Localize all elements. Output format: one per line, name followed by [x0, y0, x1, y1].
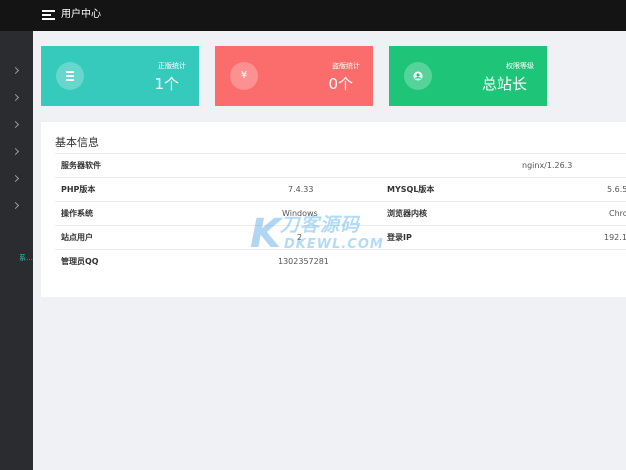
info-row: PHP版本 7.4.33 MYSQL版本 5.6.50 [55, 177, 626, 201]
info-value: 1302357281 [278, 257, 329, 266]
chevron-right-icon[interactable] [11, 174, 20, 183]
basic-info-panel: 基本信息 服务器软件 nginx/1.26.3 PHP版本 7.4.33 MYS… [41, 122, 626, 297]
menu-toggle-icon[interactable] [42, 10, 55, 20]
chevron-right-icon[interactable] [11, 147, 20, 156]
info-value: 7.4.33 [288, 185, 314, 194]
card-icon-circle [404, 62, 432, 90]
info-row: 站点用户 2 登录IP 192.16 [55, 225, 626, 249]
info-label: 登录IP [387, 233, 412, 242]
info-value: nginx/1.26.3 [522, 161, 573, 170]
info-label: MYSQL版本 [387, 185, 435, 194]
info-row: 服务器软件 nginx/1.26.3 [55, 153, 626, 177]
card-value: 1个 [154, 75, 179, 93]
chevron-right-icon[interactable] [11, 201, 20, 210]
info-value: 192.16 [604, 233, 626, 242]
chevron-right-icon[interactable] [11, 66, 20, 75]
info-value: Chro [609, 209, 626, 218]
list-icon [56, 62, 84, 90]
card-value: 总站长 [481, 75, 527, 93]
stat-card-genuine: 正版统计 1个 [41, 46, 199, 106]
top-bar: 用户中心 [0, 0, 626, 31]
info-label: 操作系统 [61, 209, 93, 218]
chevron-right-icon[interactable] [11, 120, 20, 129]
card-icon-circle [56, 62, 84, 90]
card-label: 正版统计 [158, 62, 186, 70]
info-label: 服务器软件 [61, 161, 101, 170]
yen-icon: ¥ [240, 70, 248, 81]
info-label: 站点用户 [61, 233, 93, 242]
info-label: 管理员QQ [61, 257, 99, 266]
card-label: 权限等级 [506, 62, 534, 70]
panel-title: 基本信息 [55, 136, 99, 149]
card-value: 0个 [328, 75, 353, 93]
info-label: 浏览器内核 [387, 209, 427, 218]
stat-card-pirated: ¥ 盗版统计 0个 [215, 46, 373, 106]
info-label: PHP版本 [61, 185, 96, 194]
sidebar-item-active[interactable]: …系 [0, 253, 33, 263]
card-label: 盗版统计 [332, 62, 360, 70]
chevron-right-icon[interactable] [11, 93, 20, 102]
user-circle-icon [404, 62, 432, 90]
info-value: 2 [297, 233, 303, 242]
info-row: 操作系统 Windows 浏览器内核 Chro [55, 201, 626, 225]
info-value: Windows [282, 209, 318, 218]
info-value: 5.6.50 [607, 185, 626, 194]
sidebar: …系 [0, 31, 33, 470]
page-title: 用户中心 [61, 9, 101, 20]
info-row: 管理员QQ 1302357281 [55, 249, 626, 273]
card-icon-circle: ¥ [230, 62, 258, 90]
stat-card-permission: 权限等级 总站长 [389, 46, 547, 106]
